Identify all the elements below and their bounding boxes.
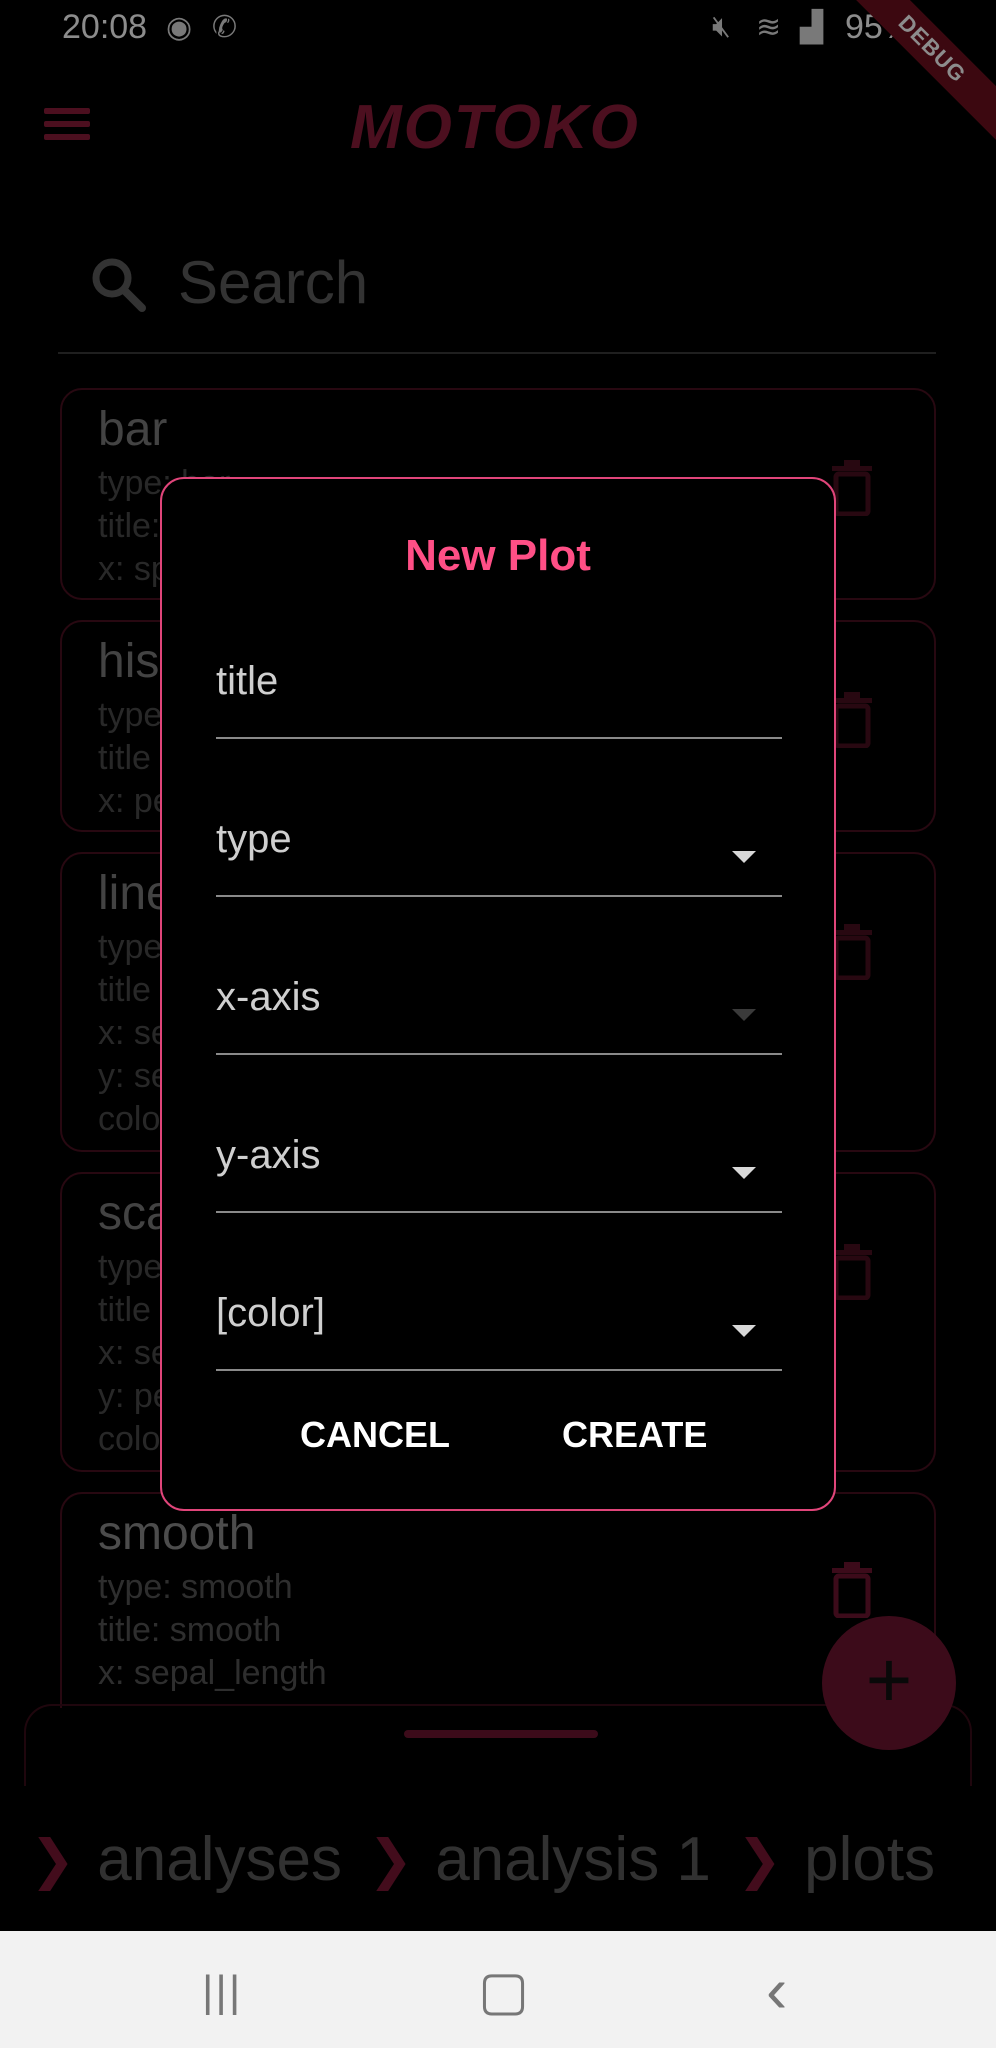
system-nav-bar: ||| ▢ ‹ xyxy=(0,1931,996,2048)
dropdown-arrow-icon xyxy=(732,1009,756,1021)
home-icon[interactable]: ▢ xyxy=(478,1959,529,2022)
field-underline xyxy=(216,1211,782,1213)
x-axis-dropdown[interactable]: x-axis xyxy=(216,945,782,1055)
color-dropdown-label: [color] xyxy=(216,1291,325,1335)
y-axis-dropdown-label: y-axis xyxy=(216,1133,321,1177)
dropdown-arrow-icon xyxy=(732,851,756,863)
dropdown-arrow-icon xyxy=(732,1325,756,1337)
create-button[interactable]: CREATE xyxy=(562,1414,707,1456)
x-axis-dropdown-label: x-axis xyxy=(216,975,321,1019)
field-underline xyxy=(216,1369,782,1371)
cancel-button[interactable]: CANCEL xyxy=(300,1414,450,1456)
recents-icon[interactable]: ||| xyxy=(202,1967,242,2017)
dropdown-arrow-icon xyxy=(732,1167,756,1179)
field-underline xyxy=(216,737,782,739)
field-underline xyxy=(216,1053,782,1055)
dialog-title: New Plot xyxy=(405,531,591,580)
type-dropdown-label: type xyxy=(216,817,292,861)
type-dropdown[interactable]: type xyxy=(216,787,782,897)
title-field-label: title xyxy=(216,659,279,703)
new-plot-dialog: New Plot title type x-axis y-axis [color… xyxy=(160,477,836,1511)
title-field[interactable]: title xyxy=(216,629,782,739)
y-axis-dropdown[interactable]: y-axis xyxy=(216,1103,782,1213)
field-underline xyxy=(216,895,782,897)
color-dropdown[interactable]: [color] xyxy=(216,1261,782,1371)
back-icon[interactable]: ‹ xyxy=(766,1953,787,2027)
